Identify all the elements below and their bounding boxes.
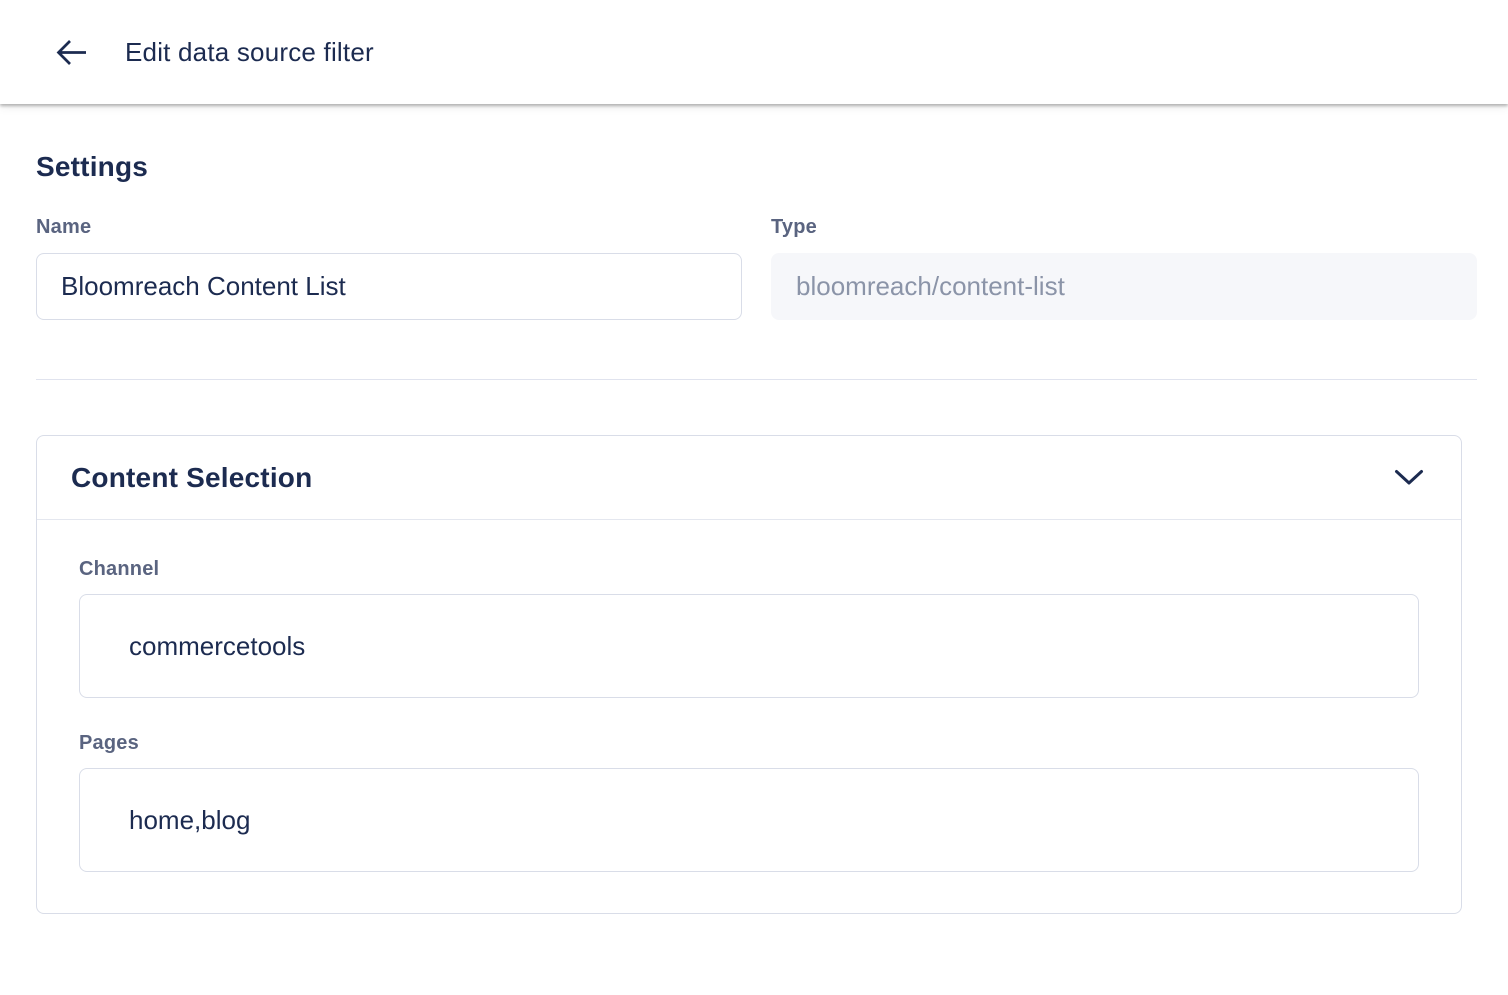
type-input <box>771 253 1477 320</box>
type-label: Type <box>771 216 1477 239</box>
section-divider <box>36 379 1477 380</box>
content-selection-header: Content Selection <box>37 436 1461 520</box>
content-selection-title: Content Selection <box>71 462 312 494</box>
content-selection-card: Content Selection Channel Pages <box>36 435 1462 914</box>
settings-heading: Settings <box>36 151 1477 183</box>
back-button[interactable] <box>54 37 88 67</box>
pages-input[interactable] <box>79 768 1419 872</box>
pages-label: Pages <box>79 732 1419 755</box>
channel-field-group: Channel <box>79 558 1419 698</box>
type-field-group: Type <box>771 216 1477 320</box>
content-selection-body: Channel Pages <box>37 520 1461 913</box>
name-label: Name <box>36 216 742 239</box>
channel-label: Channel <box>79 558 1419 581</box>
name-field-group: Name <box>36 216 742 320</box>
collapse-button[interactable] <box>1387 456 1431 500</box>
channel-input[interactable] <box>79 594 1419 698</box>
arrow-left-icon <box>55 38 88 67</box>
page-title: Edit data source filter <box>125 37 374 68</box>
settings-row: Name Type <box>36 216 1477 320</box>
chevron-down-icon <box>1394 469 1424 486</box>
name-input[interactable] <box>36 253 742 320</box>
main-content: Settings Name Type Content Selection <box>0 151 1508 914</box>
pages-field-group: Pages <box>79 732 1419 872</box>
top-bar: Edit data source filter <box>0 0 1508 104</box>
